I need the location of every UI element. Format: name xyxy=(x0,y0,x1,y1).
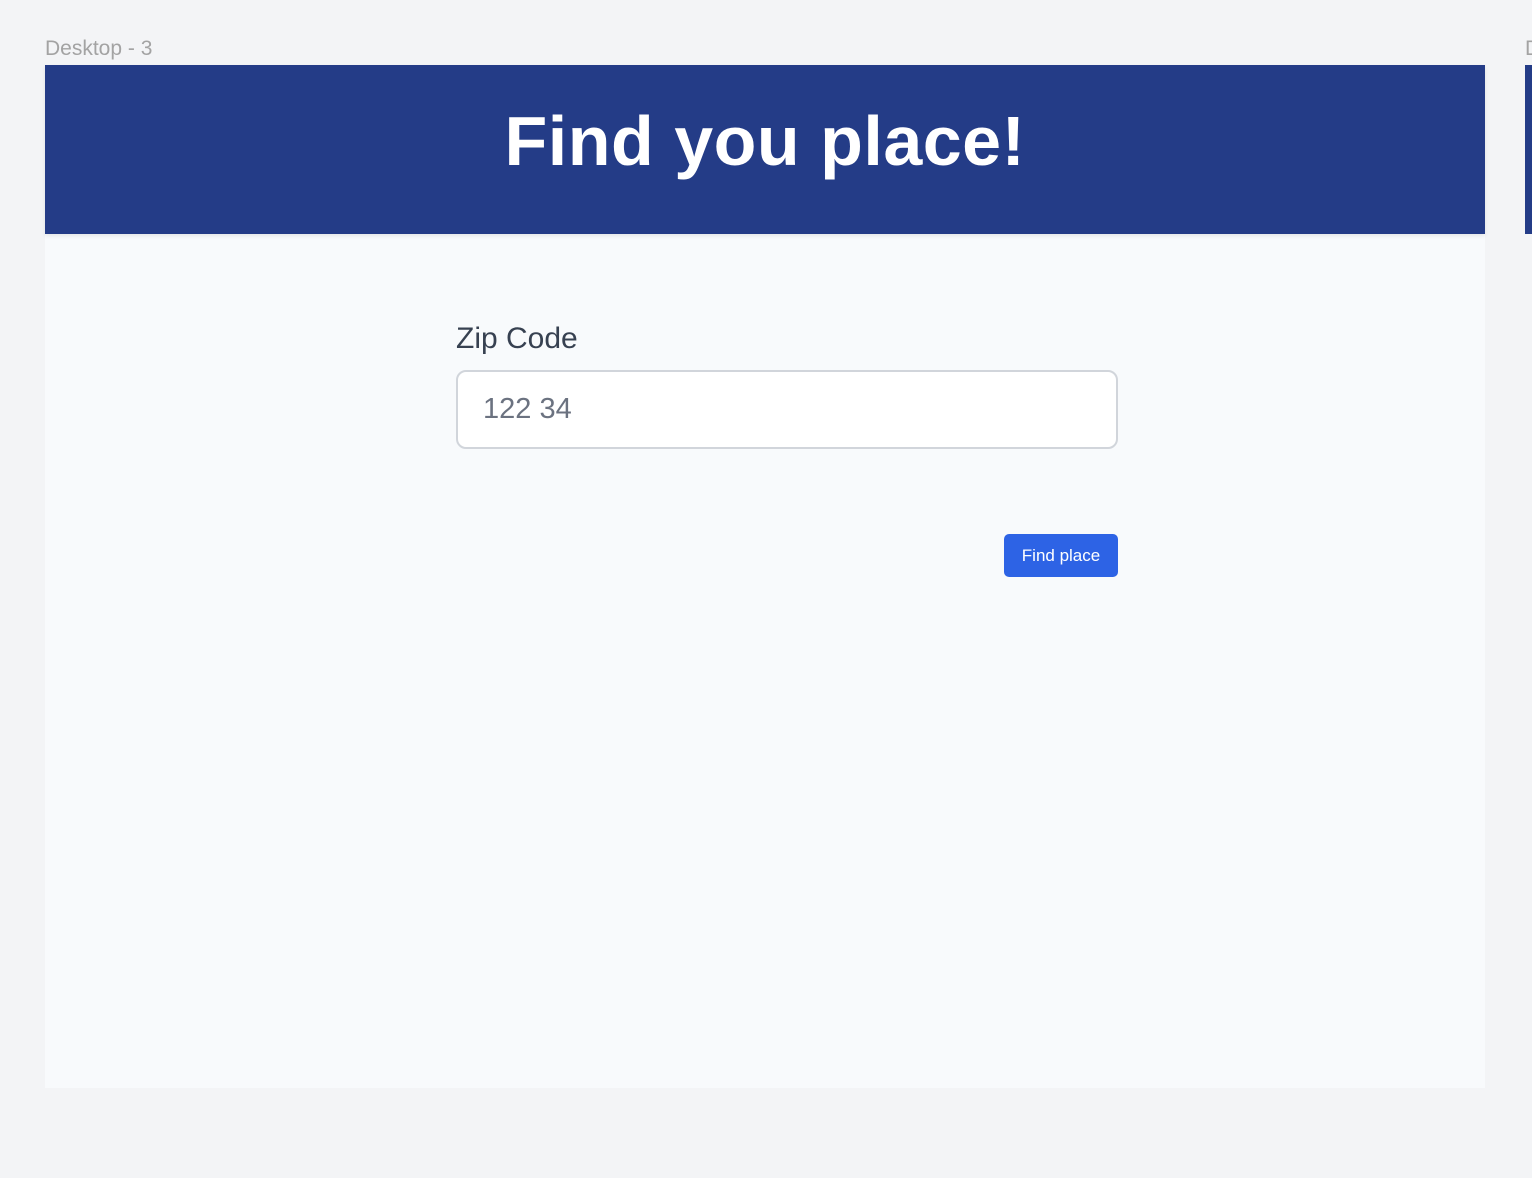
find-place-button[interactable]: Find place xyxy=(1004,534,1118,577)
design-canvas: Desktop - 3 D Find you place! Zip Code F… xyxy=(0,0,1532,1178)
zip-code-label: Zip Code xyxy=(456,322,578,355)
zip-code-input[interactable] xyxy=(456,370,1118,449)
next-frame-label: D xyxy=(1525,36,1532,62)
next-frame-header xyxy=(1525,65,1532,234)
desktop-frame: Find you place! Zip Code Find place xyxy=(45,65,1485,1088)
page-title: Find you place! xyxy=(504,101,1026,180)
page-header: Find you place! xyxy=(45,65,1485,234)
frame-label: Desktop - 3 xyxy=(45,37,153,60)
zip-search-form: Zip Code Find place xyxy=(456,320,1118,577)
